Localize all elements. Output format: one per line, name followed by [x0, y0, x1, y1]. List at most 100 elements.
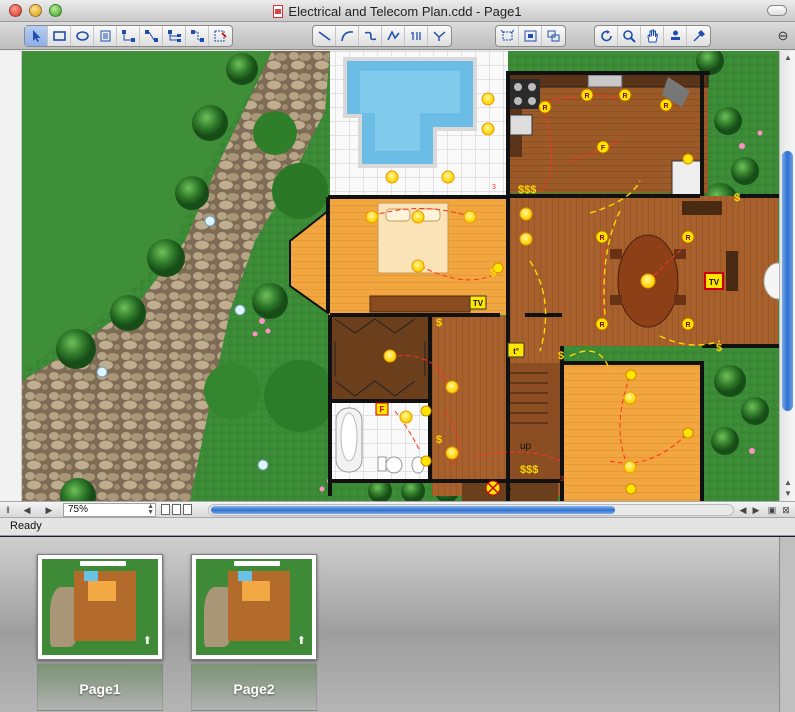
- crop-tool[interactable]: [496, 26, 519, 46]
- zoom-to-fit-icon[interactable]: ⊠: [780, 503, 792, 517]
- fan-label: F: [380, 405, 385, 414]
- drawing-canvas[interactable]: R R R R R R R R F F TV TV t° $$$ $$$ $ $…: [0, 51, 779, 501]
- page-thumbnail-page1[interactable]: ⬆: [37, 554, 163, 660]
- page-layout-buttons: [161, 504, 192, 515]
- group-tool[interactable]: [542, 26, 565, 46]
- insert-icon: [214, 30, 227, 42]
- thumbnail-title-bar: [80, 561, 126, 566]
- fit-tool[interactable]: [519, 26, 542, 46]
- switch-group-label: $$$: [520, 464, 538, 476]
- drawing-tools-group: [312, 25, 452, 47]
- switch-label: $: [734, 192, 740, 204]
- view-tools-group: [594, 25, 711, 47]
- range-label: R: [542, 105, 547, 112]
- text-block-icon: [100, 30, 110, 42]
- rotate-tool[interactable]: [595, 26, 618, 46]
- freehand-tool[interactable]: [405, 26, 428, 46]
- polyline-tool[interactable]: [382, 26, 405, 46]
- window-title: Electrical and Telecom Plan.cdd - Page1: [0, 4, 795, 19]
- line-tool[interactable]: [313, 26, 336, 46]
- zoom-out-icon[interactable]: ⊖: [775, 28, 791, 44]
- insert-tool[interactable]: [209, 26, 232, 46]
- scroll-up-arrow-icon[interactable]: ▲: [783, 478, 793, 487]
- spline-icon: [433, 31, 446, 41]
- next-page-arrow-icon[interactable]: ▶: [42, 503, 56, 517]
- ellipse-icon: [75, 31, 89, 41]
- pause-icon[interactable]: ‖: [2, 503, 14, 517]
- eyedropper-icon: [693, 30, 705, 42]
- connector-tool[interactable]: [117, 26, 140, 46]
- hand-icon: [646, 29, 658, 43]
- floor-plan-drawing: R R R R R R R R F F TV TV t° $$$ $$$ $ $…: [22, 51, 779, 501]
- left-ruler: [0, 51, 22, 501]
- arc-tool[interactable]: [336, 26, 359, 46]
- switch-group-label: $$$: [518, 184, 536, 196]
- window-title-text: Electrical and Telecom Plan.cdd - Page1: [288, 4, 522, 19]
- bezier-tool[interactable]: [359, 26, 382, 46]
- page-label-page1[interactable]: Page1: [37, 681, 163, 697]
- pages-panel: ⬆ Page1 ⬆ Page2: [0, 537, 779, 712]
- zoom-stepper-icon[interactable]: ▲ ▼: [147, 503, 154, 516]
- stamp-tool[interactable]: [664, 26, 687, 46]
- single-page-view-icon[interactable]: [161, 504, 170, 515]
- range-label: R: [685, 322, 690, 329]
- smart-connector-icon: [144, 30, 158, 42]
- text-tool[interactable]: [94, 26, 117, 46]
- chain-tool[interactable]: [186, 26, 209, 46]
- previous-page-arrow-icon[interactable]: ◀: [20, 503, 34, 517]
- tree-connector-tool[interactable]: [163, 26, 186, 46]
- scroll-right-arrow-icon[interactable]: ▶: [751, 503, 761, 517]
- eyedropper-tool[interactable]: [687, 26, 710, 46]
- spline-tool[interactable]: [428, 26, 451, 46]
- tree-connector-icon: [167, 30, 181, 42]
- scroll-down-arrow-icon[interactable]: ▼: [783, 489, 793, 498]
- page-thumbnail-preview: ⬆: [196, 559, 312, 655]
- rectangle-tool[interactable]: [48, 26, 71, 46]
- pointer-tool[interactable]: [25, 26, 48, 46]
- service-panel: S: [485, 480, 511, 496]
- line-icon: [318, 31, 330, 41]
- horizontal-scroll-thumb[interactable]: [211, 506, 615, 514]
- three-way-label: 3: [560, 476, 564, 483]
- tv-label: TV: [709, 278, 720, 287]
- range-label: R: [599, 235, 604, 242]
- pages-panel-scrollbar[interactable]: [779, 537, 795, 712]
- bezier-icon: [364, 31, 376, 41]
- multi-page-view-icon[interactable]: [183, 504, 192, 515]
- chain-icon: [190, 30, 204, 42]
- scroll-left-arrow-icon[interactable]: ◀: [738, 503, 748, 517]
- thumbnail-pool: [84, 571, 98, 581]
- pan-tool[interactable]: [641, 26, 664, 46]
- switch-label: $: [490, 267, 496, 279]
- switch-label: $: [436, 434, 442, 446]
- zoom-value: 75%: [68, 504, 89, 515]
- service-label: S: [506, 484, 511, 493]
- thermostat: t°: [507, 342, 525, 358]
- connector-icon: [121, 30, 135, 42]
- toolbar-toggle-button[interactable]: [767, 5, 787, 16]
- tv-label: TV: [473, 299, 484, 308]
- thermostat-label: t°: [513, 347, 519, 356]
- thumbnail-pool: [238, 571, 252, 581]
- thumbnail-room: [242, 581, 270, 601]
- title-bar[interactable]: Electrical and Telecom Plan.cdd - Page1: [0, 0, 795, 22]
- magnifier-icon: [622, 30, 636, 43]
- fit-page-icon[interactable]: ▣: [766, 503, 778, 517]
- page-label-page2[interactable]: Page2: [191, 681, 317, 697]
- vertical-scrollbar[interactable]: ▲ ▲ ▼: [779, 51, 795, 501]
- scroll-up-arrow-icon[interactable]: ▲: [783, 53, 793, 62]
- horizontal-scrollbar[interactable]: [208, 504, 734, 516]
- two-page-view-icon[interactable]: [172, 504, 181, 515]
- stamp-icon: [670, 30, 680, 40]
- vertical-scroll-thumb[interactable]: [782, 151, 793, 411]
- smart-connector-tool[interactable]: [140, 26, 163, 46]
- rectangle-icon: [52, 31, 66, 41]
- freehand-icon: [410, 32, 421, 40]
- ellipse-tool[interactable]: [71, 26, 94, 46]
- zoom-tool[interactable]: [618, 26, 641, 46]
- zoom-field[interactable]: 75% ▲ ▼: [63, 503, 156, 517]
- toolbar: ⊖: [0, 22, 795, 50]
- crop-icon: [500, 29, 514, 41]
- page-thumbnail-page2[interactable]: ⬆: [191, 554, 317, 660]
- selection-tools-group: [24, 25, 233, 47]
